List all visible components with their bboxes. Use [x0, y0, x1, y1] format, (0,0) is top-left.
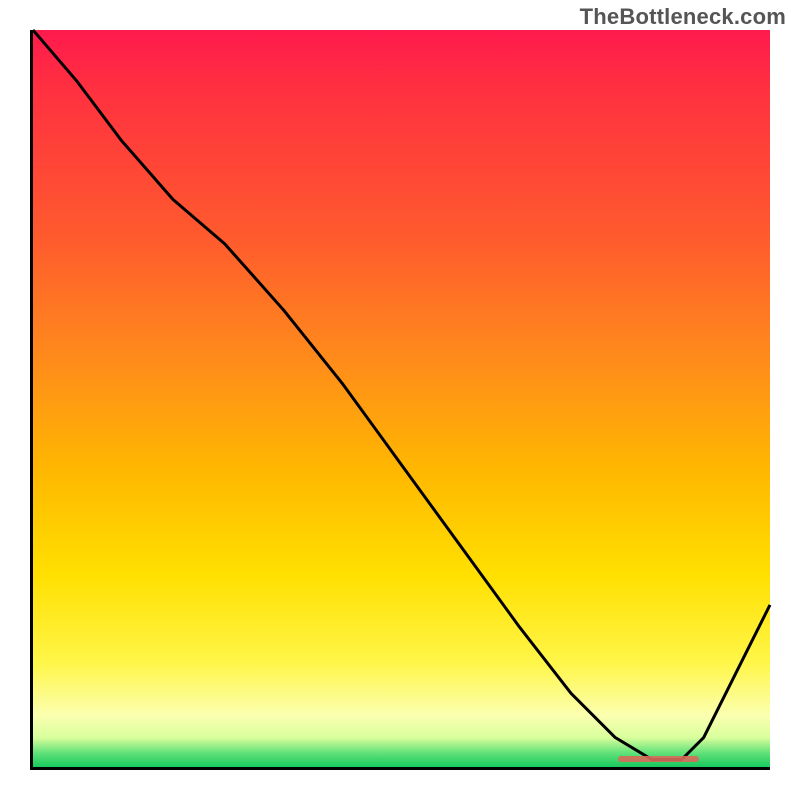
watermark-text: TheBottleneck.com [580, 4, 786, 30]
curve-line [33, 30, 770, 760]
plot-area [30, 30, 770, 770]
curve-svg [33, 30, 770, 767]
chart-stage: TheBottleneck.com [0, 0, 800, 800]
bottom-marker [618, 756, 699, 762]
